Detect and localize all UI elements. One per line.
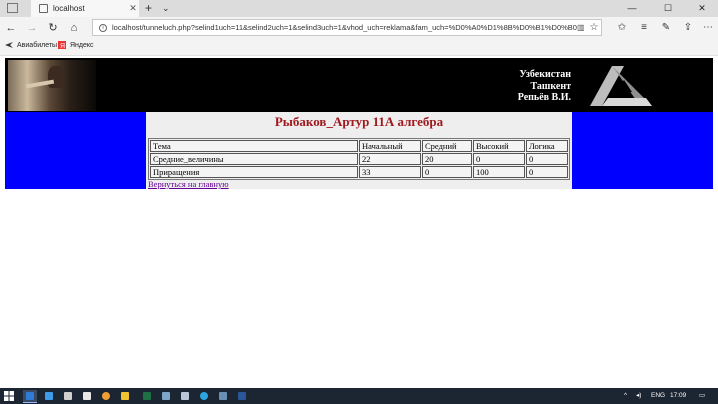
close-window-button[interactable]: ✕ (690, 0, 714, 17)
table-row: Приращения 33 0 100 0 (150, 166, 568, 178)
hub-icon[interactable]: ≡ (636, 20, 652, 36)
new-tab-button[interactable]: + (145, 0, 152, 17)
web-page: Узбекистан Ташкент Репьёв В.И. Рыбаков_А… (0, 56, 718, 390)
taskbar-app-edge[interactable] (23, 390, 37, 403)
reading-view-icon[interactable]: ▥ (577, 23, 587, 32)
page-title: Рыбаков_Артур 11А алгебра (274, 114, 444, 129)
results-panel: Рыбаков_Артур 11А алгебра Тема Начальный… (146, 112, 572, 189)
volume-icon[interactable]: ◂) (636, 388, 641, 404)
taskbar-app-explorer[interactable] (118, 390, 132, 402)
favorites-icon[interactable]: ✩ (614, 20, 630, 36)
refresh-button[interactable]: ↻ (45, 20, 61, 36)
table-cell: 0 (422, 166, 472, 178)
chart-app-icon (181, 392, 189, 400)
minimize-button[interactable]: — (620, 0, 644, 17)
monitor-icon (219, 392, 227, 400)
tool-icon (162, 392, 170, 400)
table-cell: Средние_величины (150, 153, 358, 165)
notes-icon[interactable]: ✎ (658, 20, 674, 36)
favorites-bar: Авиабилеты Я Яндекс (0, 38, 718, 56)
address-bar[interactable]: i localhost/tunneluch.php?selind1uch=11&… (92, 19, 602, 36)
favorite-star-icon[interactable]: ☆ (587, 22, 601, 33)
site-banner: Узбекистан Ташкент Репьёв В.И. (5, 58, 713, 113)
taskbar-app-telegram[interactable] (197, 390, 211, 402)
penrose-triangle-logo (590, 66, 652, 106)
taskbar-app-excel[interactable] (140, 390, 154, 402)
more-menu-icon[interactable]: ⋯ (700, 20, 716, 36)
banner-photo (8, 60, 96, 111)
ie-icon (45, 392, 53, 400)
table-header: Логика (526, 140, 568, 152)
home-button[interactable]: ⌂ (66, 20, 82, 36)
language-indicator[interactable]: ENG (651, 388, 665, 404)
taskbar-app-ie[interactable] (42, 390, 56, 402)
table-header: Тема (150, 140, 358, 152)
right-blue-band (572, 112, 713, 189)
telegram-icon (200, 392, 208, 400)
table-cell: 20 (422, 153, 472, 165)
store-icon (64, 392, 72, 400)
browser-nav-bar: ← → ↻ ⌂ i localhost/tunneluch.php?selind… (0, 17, 718, 38)
banner-city: Ташкент (530, 80, 572, 92)
tab-actions-icon[interactable] (7, 3, 18, 13)
taskbar-app-store[interactable] (61, 390, 75, 402)
tab-localhost[interactable]: localhost ✕ (31, 0, 139, 17)
page-icon (39, 4, 48, 13)
mail-icon (83, 392, 91, 400)
taskbar-app-word[interactable] (235, 390, 249, 402)
back-button[interactable]: ← (3, 20, 19, 36)
banner-country: Узбекистан (519, 69, 571, 80)
table-cell: 100 (473, 166, 525, 178)
table-header: Средний (422, 140, 472, 152)
site-info-icon[interactable]: i (99, 23, 107, 32)
banner-text: Узбекистан Ташкент Репьёв В.И. (475, 69, 571, 104)
yandex-icon: Я (58, 41, 66, 49)
browser-tab-bar: localhost ✕ + ⌄ — ☐ ✕ (0, 0, 718, 17)
table-header: Высокий (473, 140, 525, 152)
table-cell: 33 (359, 166, 421, 178)
table-header-row: Тема Начальный Средний Высокий Логика (150, 140, 568, 152)
edge-icon (26, 392, 34, 400)
svg-text:Я: Я (60, 43, 65, 49)
excel-icon (143, 392, 151, 400)
table-header: Начальный (359, 140, 421, 152)
tab-title: localhost (53, 4, 85, 13)
clock[interactable]: 17:09 (670, 388, 686, 404)
share-icon[interactable]: ⇪ (680, 20, 696, 36)
favorite-aviabilety[interactable]: Авиабилеты (5, 41, 57, 49)
windows-start-icon[interactable] (4, 391, 14, 401)
url-text[interactable]: localhost/tunneluch.php?selind1uch=11&se… (112, 23, 577, 32)
grades-table: Тема Начальный Средний Высокий Логика Ср… (148, 138, 570, 180)
table-cell: Приращения (150, 166, 358, 178)
taskbar-app-monitor[interactable] (216, 390, 230, 402)
forward-button[interactable]: → (24, 20, 40, 36)
taskbar-app-tool[interactable] (159, 390, 173, 402)
table-cell: 0 (526, 166, 568, 178)
windows-taskbar: ^ ◂) ENG 17:09 ▭ (0, 388, 718, 404)
left-blue-band (5, 112, 146, 189)
close-tab-icon[interactable]: ✕ (127, 3, 139, 14)
banner-author: Репьёв В.И. (517, 92, 571, 103)
plane-icon (5, 42, 13, 48)
favorite-yandex[interactable]: Я Яндекс (58, 41, 94, 49)
taskbar-app-mail[interactable] (80, 390, 94, 402)
notifications-icon[interactable]: ▭ (699, 388, 705, 404)
table-row: Средние_величины 22 20 0 0 (150, 153, 568, 165)
media-icon (102, 392, 110, 400)
tray-chevron-icon[interactable]: ^ (624, 388, 627, 404)
table-cell: 0 (526, 153, 568, 165)
table-cell: 0 (473, 153, 525, 165)
word-icon (238, 392, 246, 400)
back-to-main-link[interactable]: Вернуться на главную (148, 179, 229, 189)
maximize-button[interactable]: ☐ (656, 0, 680, 17)
tab-list-chevron-icon[interactable]: ⌄ (162, 0, 170, 17)
taskbar-app-chart[interactable] (178, 390, 192, 402)
taskbar-app-media[interactable] (99, 390, 113, 402)
table-cell: 22 (359, 153, 421, 165)
folder-icon (121, 392, 129, 400)
